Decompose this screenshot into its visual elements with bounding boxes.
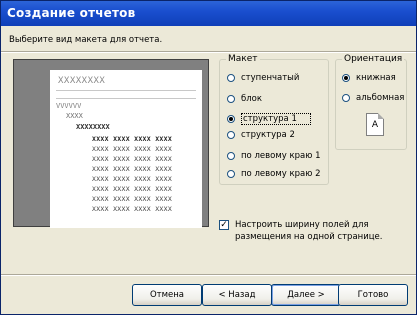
fit-width-label: Настроить ширину полей для размещения на… <box>235 219 382 243</box>
layout-option-outline-2[interactable]: структура 2 <box>227 130 295 140</box>
radio-label: структура 2 <box>241 130 295 140</box>
preview-row: XXXX XXXX XXXX XXXX <box>92 155 173 163</box>
preview-divider <box>56 90 196 91</box>
cancel-button[interactable]: Отмена <box>132 284 202 306</box>
preview-group-level-2: XXXX <box>66 112 83 120</box>
radio-label: по левому краю 2 <box>241 169 321 179</box>
layout-group-legend: Макет <box>228 54 258 64</box>
radio-button[interactable] <box>227 74 235 82</box>
radio-button[interactable] <box>227 152 235 160</box>
portrait-page-icon: A <box>366 113 384 136</box>
layout-option-stepped[interactable]: ступенчатый <box>227 73 299 83</box>
preview-row: XXXX XXXX XXXX XXXX <box>92 205 173 213</box>
preview-row: XXXX XXXX XXXX XXXX <box>92 165 173 173</box>
radio-label: по левому краю 1 <box>241 151 321 161</box>
fit-width-label-line1: Настроить ширину полей для <box>235 220 369 230</box>
preview-group-level-3: XXXXXXXX <box>76 123 110 131</box>
radio-label: структура 1 <box>241 113 311 125</box>
preview-row: XXXX XXXX XXXX XXXX <box>92 185 173 193</box>
preview-divider <box>56 98 196 99</box>
layout-option-align-left-2[interactable]: по левому краю 2 <box>227 169 320 179</box>
radio-button[interactable] <box>227 95 235 103</box>
preview-header-row: XXXX XXXX XXXX XXXX <box>92 135 173 143</box>
preview-group-level-1: VVVVVV <box>56 102 82 110</box>
preview-row: XXXX XXXX XXXX XXXX <box>92 175 173 183</box>
finish-button[interactable]: Готово <box>338 284 408 306</box>
preview-page: XXXXXXXX VVVVVV XXXX XXXXXXXX XXXX XXXX … <box>50 70 202 228</box>
title-bar: Создание отчетов <box>1 1 416 26</box>
footer-divider <box>1 274 416 276</box>
orientation-group-legend: Ориентация <box>344 54 403 64</box>
radio-label: ступенчатый <box>241 73 300 83</box>
layout-option-outline-1[interactable]: структура 1 <box>227 113 311 125</box>
orientation-option-landscape[interactable]: альбомная <box>342 93 404 103</box>
preview-row: XXXX XXXX XXXX XXXX <box>92 145 173 153</box>
radio-button[interactable] <box>342 94 350 102</box>
radio-label: альбомная <box>356 93 405 103</box>
radio-button[interactable] <box>227 131 235 139</box>
fit-width-checkbox[interactable]: ✓ <box>219 220 229 230</box>
report-wizard-window: Создание отчетов Выберите вид макета для… <box>0 0 417 315</box>
layout-preview: XXXXXXXX VVVVVV XXXX XXXXXXXX XXXX XXXX … <box>13 59 209 228</box>
back-button[interactable]: < Назад <box>202 284 272 306</box>
radio-button-selected[interactable] <box>342 74 350 82</box>
layout-option-block[interactable]: блок <box>227 94 262 104</box>
preview-title: XXXXXXXX <box>58 76 106 86</box>
radio-button[interactable] <box>227 170 235 178</box>
preview-row: XXXX XXXX XXXX XXXX <box>92 195 173 203</box>
header-divider <box>1 51 416 53</box>
orientation-option-portrait[interactable]: книжная <box>342 73 396 83</box>
wizard-instruction: Выберите вид макета для отчета. <box>9 35 163 45</box>
radio-label: блок <box>241 94 263 104</box>
radio-button-selected[interactable] <box>227 115 235 123</box>
fit-width-label-line2: размещения на одной странице. <box>235 232 383 242</box>
fit-width-option[interactable]: ✓ Настроить ширину полей для размещения … <box>219 219 382 243</box>
next-button[interactable]: Далее > <box>271 284 341 306</box>
radio-label: книжная <box>356 73 396 83</box>
layout-option-align-left-1[interactable]: по левому краю 1 <box>227 151 320 161</box>
